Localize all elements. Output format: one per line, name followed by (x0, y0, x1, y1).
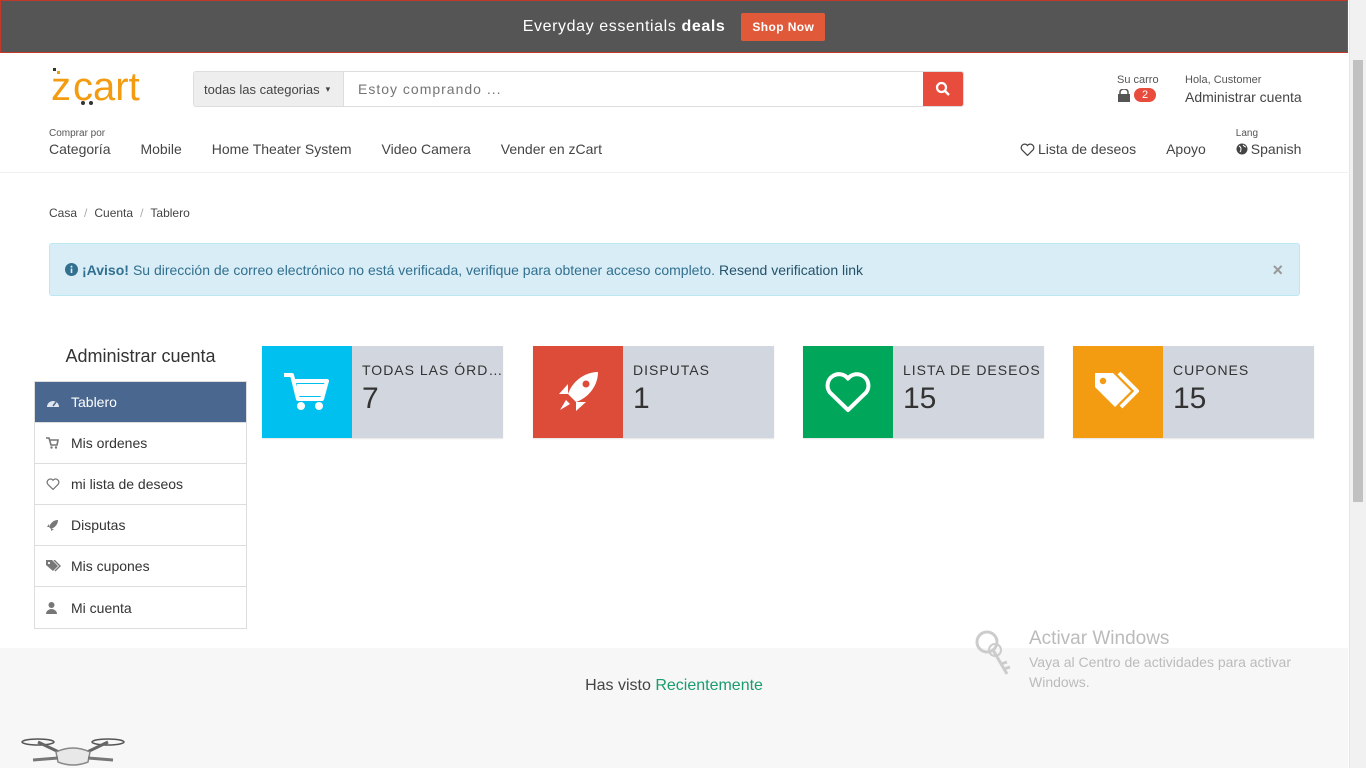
breadcrumb-separator: / (140, 206, 144, 220)
chevron-down-icon: ▾ (325, 83, 331, 94)
account-menu[interactable]: Hola, Customer Administrar cuenta (1185, 74, 1302, 105)
tags-icon (1073, 346, 1163, 438)
promo-bar: Everyday essentials deals Shop Now (0, 0, 1348, 53)
stat-box-wishlist[interactable]: LISTA DE DESEOS 15 (803, 346, 1044, 438)
rocket-icon (533, 346, 623, 438)
drone-product-image[interactable] (18, 730, 128, 768)
sidebar-item-label: Mis ordenes (71, 435, 148, 451)
heart-outline-icon (1020, 143, 1035, 156)
nav-category-small: Comprar por (49, 128, 106, 139)
account-label: Administrar cuenta (1185, 89, 1302, 105)
account-greeting: Hola, Customer (1185, 74, 1262, 86)
search-icon (935, 81, 950, 96)
breadcrumb: Casa / Cuenta / Tablero (49, 206, 190, 220)
stat-label: TODAS LAS ÓRDENES (362, 362, 503, 378)
rocket-icon (46, 519, 71, 532)
nav-item-mobile[interactable]: Mobile (140, 141, 181, 157)
stat-box-coupons[interactable]: CUPONES 15 (1073, 346, 1314, 438)
nav-lang-small: Lang (1235, 128, 1259, 139)
breadcrumb-account[interactable]: Cuenta (94, 206, 133, 220)
svg-text:cart: cart (73, 66, 140, 106)
watermark-title: Activar Windows (1029, 628, 1170, 649)
alert-close-button[interactable]: × (1272, 260, 1283, 281)
nav-category[interactable]: Comprar por Categoría (49, 128, 110, 157)
cart-link[interactable]: Su carro 2 (1117, 74, 1159, 102)
cart-count-badge: 2 (1134, 88, 1157, 102)
stat-box-orders[interactable]: TODAS LAS ÓRDENES 7 (262, 346, 503, 438)
breadcrumb-home[interactable]: Casa (49, 206, 77, 220)
heart-icon (803, 346, 893, 438)
dashboard-icon (46, 397, 71, 408)
tags-icon (46, 560, 71, 572)
search-input[interactable] (344, 72, 923, 106)
breadcrumb-dashboard: Tablero (150, 206, 190, 220)
sidebar-item-label: Mi cuenta (71, 599, 132, 616)
nav-wishlist[interactable]: Lista de deseos (1020, 141, 1136, 157)
sidebar-item-label: Mis cupones (71, 558, 150, 574)
page-scrollbar[interactable] (1349, 0, 1366, 768)
sidebar-title: Administrar cuenta (65, 346, 216, 366)
resend-verification-link[interactable]: Resend verification link (719, 262, 863, 278)
stat-box-disputes[interactable]: DISPUTAS 1 (533, 346, 774, 438)
main-nav: Comprar por Categoría Mobile Home Theate… (49, 128, 632, 157)
verification-alert: ¡Aviso! Su dirección de correo electróni… (49, 243, 1300, 296)
account-sidebar: Tablero Mis ordenes mi lista de deseos D… (34, 381, 247, 629)
nav-item-sell[interactable]: Vender en zCart (501, 141, 602, 157)
category-select-value: todas las categorias (204, 81, 320, 97)
nav-lang-label: Spanish (1250, 141, 1302, 157)
stat-value: 1 (633, 382, 650, 415)
cart-icon (262, 346, 352, 438)
search-button[interactable] (923, 72, 963, 106)
stat-value: 15 (903, 382, 937, 415)
stat-value: 15 (1173, 382, 1207, 415)
user-icon (46, 601, 71, 614)
nav-support[interactable]: Apoyo (1166, 141, 1206, 157)
sidebar-item-label: Tablero (71, 394, 117, 410)
alert-message: Su dirección de correo electrónico no es… (132, 261, 716, 278)
category-select[interactable]: todas las categorias ▾ (194, 72, 344, 106)
stat-label: CUPONES (1173, 362, 1250, 378)
nav-wishlist-label: Lista de deseos (1038, 141, 1137, 157)
stat-label: LISTA DE DESEOS (903, 362, 1041, 378)
sidebar-item-label: Disputas (71, 517, 126, 533)
cart-label: Su carro (1117, 74, 1159, 86)
nav-item-video-camera[interactable]: Video Camera (382, 141, 471, 157)
nav-category-label: Categoría (49, 141, 111, 157)
sidebar-item-my-account[interactable]: Mi cuenta (35, 587, 246, 628)
stat-label: DISPUTAS (633, 362, 710, 378)
globe-icon (1236, 143, 1248, 155)
sidebar-item-wishlist[interactable]: mi lista de deseos (35, 464, 246, 505)
nav-language[interactable]: Lang Spanish (1236, 128, 1302, 157)
sidebar-item-disputes[interactable]: Disputas (35, 505, 246, 546)
breadcrumb-separator: / (84, 206, 88, 220)
sidebar-item-label: mi lista de deseos (71, 476, 184, 492)
scrollbar-thumb[interactable] (1353, 60, 1363, 502)
nav-item-home-theater[interactable]: Home Theater System (212, 141, 352, 157)
promo-text: Everyday essentials deals (522, 17, 726, 35)
sidebar-item-coupons[interactable]: Mis cupones (35, 546, 246, 587)
shopping-bag-icon (1118, 88, 1130, 102)
sidebar-item-orders[interactable]: Mis ordenes (35, 423, 246, 464)
svg-text:z: z (51, 66, 71, 106)
key-icon (975, 630, 1011, 675)
alert-title: ¡Aviso! (82, 261, 129, 278)
sidebar-item-dashboard[interactable]: Tablero (35, 382, 246, 423)
windows-activation-watermark: Activar Windows Vaya al Centro de activi… (975, 628, 1319, 692)
nav-right: Lista de deseos Apoyo Lang Spanish (1020, 128, 1331, 157)
shop-now-button[interactable]: Shop Now (741, 12, 826, 41)
zcart-logo[interactable]: z cart (49, 66, 174, 106)
heart-icon (46, 478, 71, 490)
watermark-subtitle: Vaya al Centro de actividades para activ… (1029, 654, 1291, 690)
cart-icon (46, 437, 71, 449)
stat-value: 7 (362, 382, 379, 415)
search-bar: todas las categorias ▾ (193, 71, 964, 107)
header-divider (0, 172, 1348, 173)
info-icon (65, 263, 78, 276)
